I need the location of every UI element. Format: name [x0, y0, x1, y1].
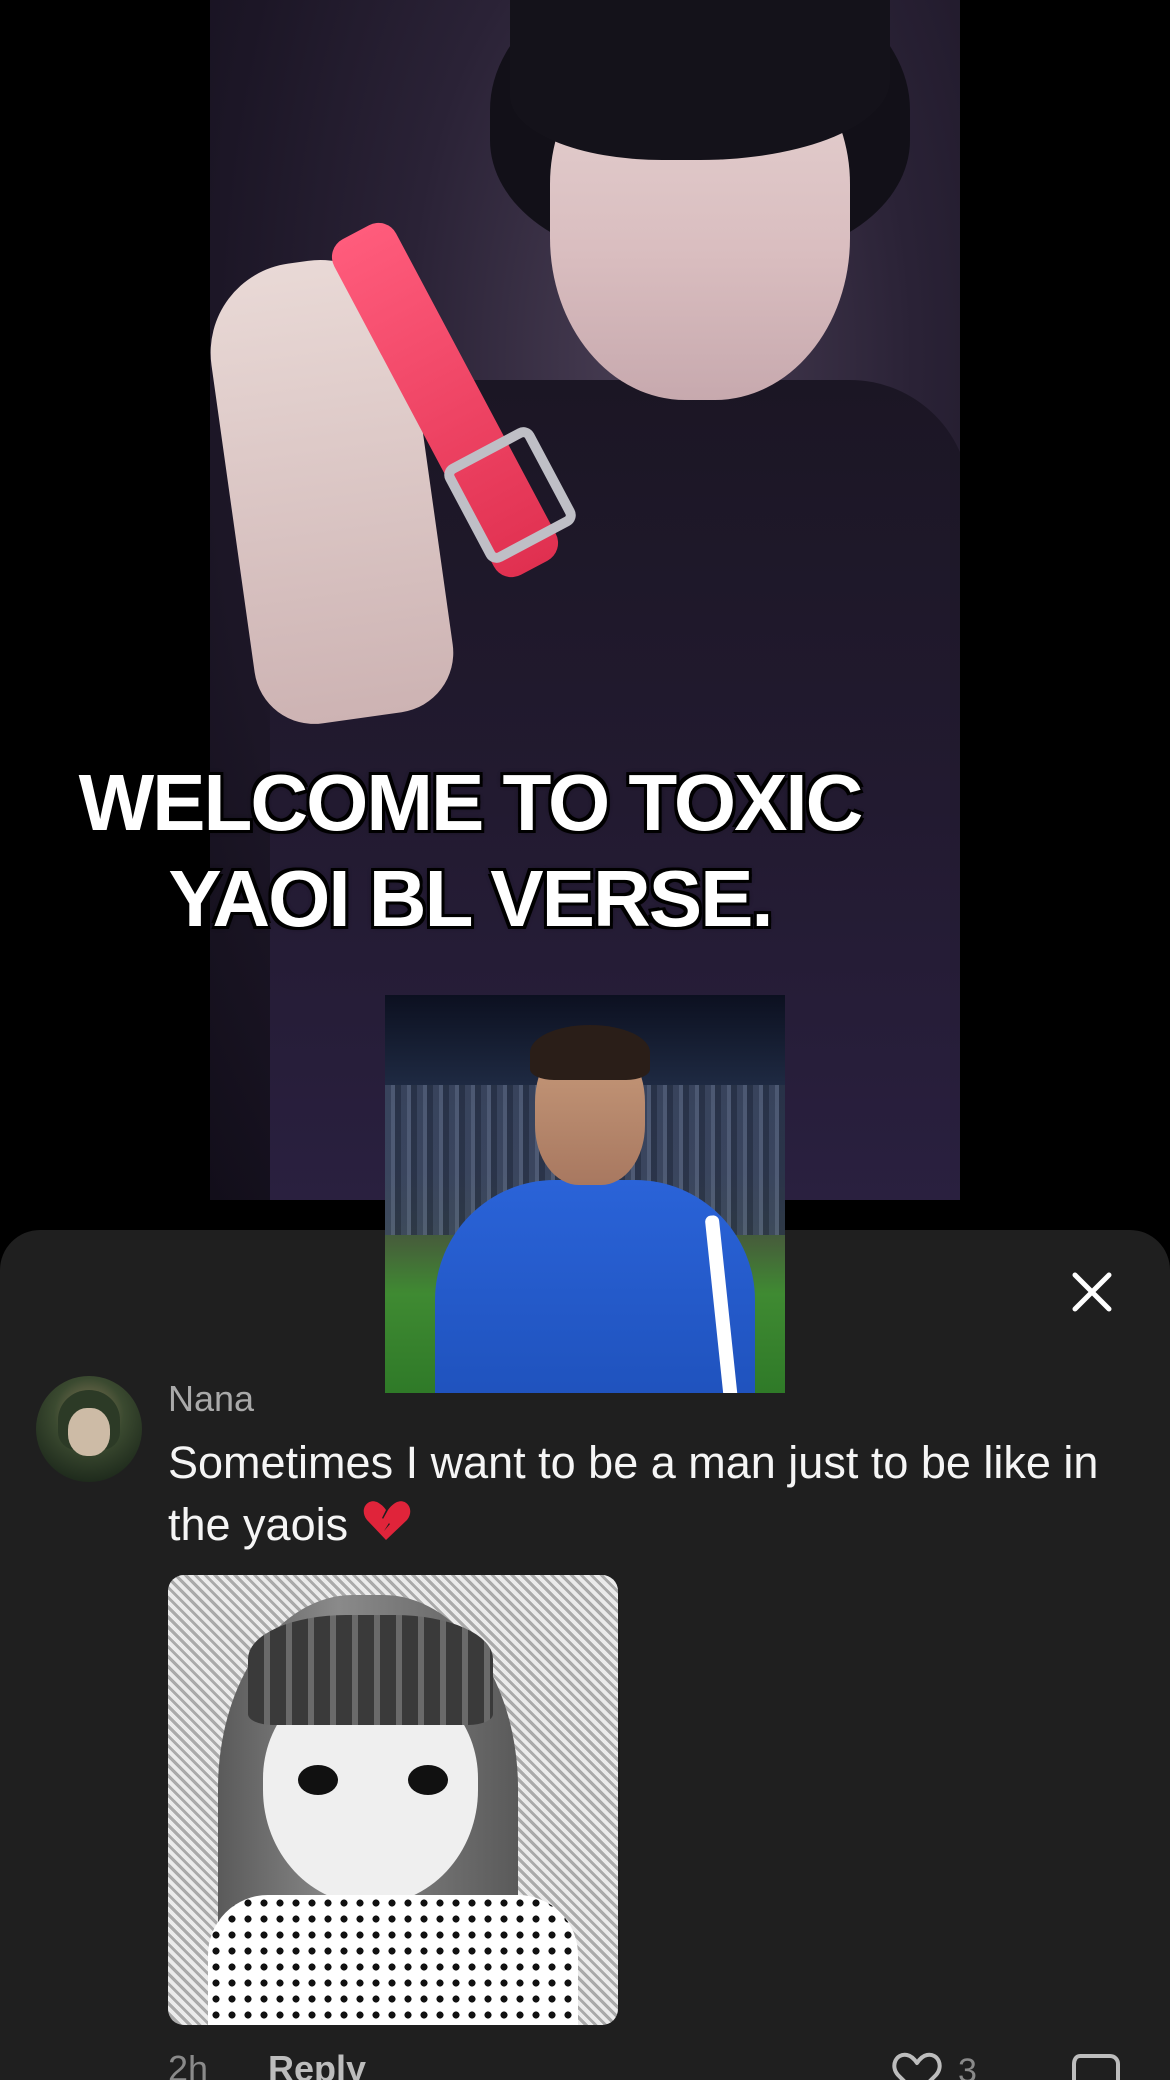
- avatar[interactable]: [36, 1376, 142, 1482]
- avatar-face: [68, 1408, 110, 1456]
- reply-button[interactable]: Reply: [268, 2048, 366, 2080]
- close-icon: [1072, 1272, 1112, 1312]
- video-caption: WELCOME TO TOXIC YAOI BL VERSE.: [0, 755, 940, 947]
- comment-meta-row: 2h Reply: [168, 2048, 366, 2080]
- caption-line-1: WELCOME TO TOXIC: [78, 758, 864, 847]
- attached-image-eye-left: [298, 1765, 338, 1795]
- comment-text: Sometimes I want to be a man just to be …: [168, 1437, 1099, 1550]
- comment-username[interactable]: Nana: [168, 1378, 254, 1420]
- dislike-icon[interactable]: [1070, 2050, 1124, 2080]
- overlay-photo: [385, 995, 785, 1393]
- comment-time: 2h: [168, 2048, 209, 2080]
- caption-line-2: YAOI BL VERSE.: [168, 854, 773, 943]
- attached-image-eye-right: [408, 1765, 448, 1795]
- comment-body: Sometimes I want to be a man just to be …: [168, 1432, 1128, 1556]
- video-figure-fringe: [510, 0, 890, 160]
- broken-heart-icon: [363, 1501, 410, 1540]
- comment-attached-image[interactable]: [168, 1575, 618, 2025]
- screen: WELCOME TO TOXIC YAOI BL VERSE. Nana Som…: [0, 0, 1170, 2080]
- like-count: 3: [958, 2052, 977, 2080]
- close-button[interactable]: [1065, 1265, 1119, 1319]
- overlay-photo-jersey: [435, 1180, 755, 1393]
- attached-image-clothing: [208, 1895, 578, 2025]
- overlay-photo-hair: [530, 1025, 650, 1080]
- heart-outline-icon[interactable]: [890, 2050, 944, 2080]
- attached-image-bangs: [248, 1615, 493, 1725]
